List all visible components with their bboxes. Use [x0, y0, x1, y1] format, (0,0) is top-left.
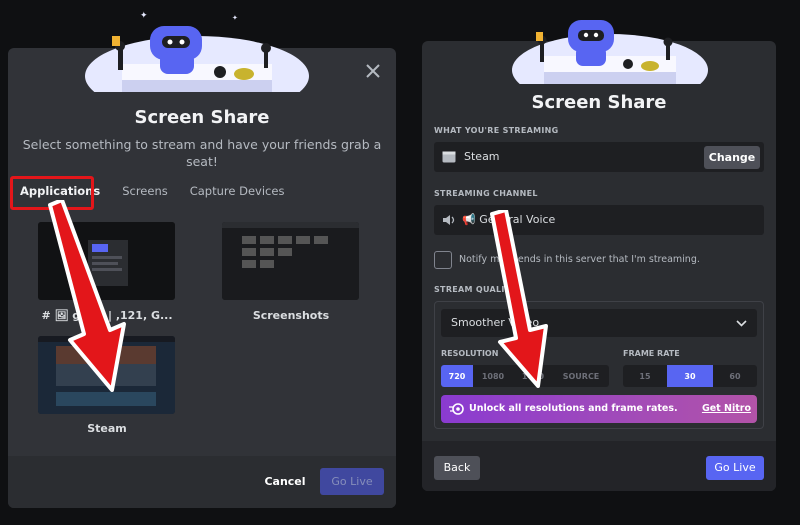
- screenshots-preview-image: [222, 222, 359, 300]
- framerate-option-30[interactable]: 30: [667, 365, 713, 387]
- nitro-icon: [449, 403, 464, 415]
- hero-illustration: ✦ ✦: [85, 11, 309, 92]
- nitro-upsell-banner: Unlock all resolutions and frame rates. …: [441, 395, 757, 423]
- framerate-label: FRAME RATE: [623, 349, 680, 358]
- change-button[interactable]: Change: [704, 146, 760, 169]
- hero-illustration: [512, 20, 708, 84]
- annotation-arrow-left: [48, 200, 126, 392]
- get-nitro-link[interactable]: Get Nitro: [702, 403, 751, 414]
- framerate-option-60[interactable]: 60: [713, 365, 757, 387]
- channel-field: 📢 General Voice: [434, 205, 764, 235]
- app-thumbnail-steam-label: Steam: [87, 422, 127, 435]
- app-thumbnail-screenshots-label: Screenshots: [252, 309, 330, 322]
- tab-capture-devices[interactable]: Capture Devices: [184, 178, 291, 204]
- left-subtitle-line2: seat!: [186, 154, 218, 169]
- right-title: Screen Share: [531, 92, 667, 113]
- framerate-option-15[interactable]: 15: [623, 365, 667, 387]
- left-title: Screen Share: [134, 107, 270, 128]
- app-thumbnail-screenshots[interactable]: [222, 222, 359, 300]
- left-subtitle-line1: Select something to stream and have your…: [22, 137, 382, 152]
- left-subtitle: Select something to stream and have your…: [8, 136, 396, 170]
- streaming-label: WHAT YOU'RE STREAMING: [434, 126, 559, 135]
- channel-label: STREAMING CHANNEL: [434, 189, 538, 198]
- right-go-live-button[interactable]: Go Live: [706, 456, 764, 480]
- framerate-selector: 15 30 60: [623, 365, 757, 387]
- window-icon: [442, 151, 456, 163]
- svg-text:✦: ✦: [232, 14, 238, 22]
- resolution-option-720[interactable]: 720: [441, 365, 473, 387]
- streaming-source-value: Steam: [464, 150, 500, 163]
- chevron-down-icon: [736, 320, 747, 327]
- close-icon[interactable]: [362, 60, 384, 82]
- cancel-button[interactable]: Cancel: [258, 470, 312, 494]
- annotation-arrow-right: [490, 210, 548, 388]
- nitro-text: Unlock all resolutions and frame rates.: [469, 403, 678, 414]
- left-go-live-button[interactable]: Go Live: [320, 468, 384, 495]
- notify-checkbox[interactable]: [434, 251, 452, 269]
- back-button[interactable]: Back: [434, 456, 480, 480]
- speaker-icon: [443, 215, 455, 225]
- svg-text:✦: ✦: [140, 11, 148, 21]
